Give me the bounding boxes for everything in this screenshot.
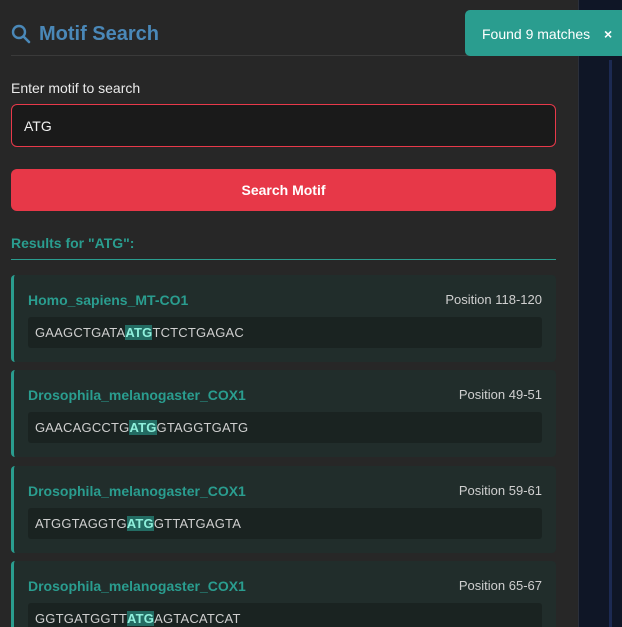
motif-highlight: ATG: [129, 420, 157, 435]
motif-input[interactable]: [24, 105, 544, 146]
result-card: Drosophila_melanogaster_COX1 Position 49…: [11, 370, 556, 457]
result-position: Position 59-61: [458, 483, 542, 498]
results-heading: Results for "ATG":: [11, 235, 556, 260]
result-sequence-name: Homo_sapiens_MT-CO1: [28, 292, 189, 308]
result-sequence-name: Drosophila_melanogaster_COX1: [28, 483, 246, 499]
result-sequence-context: GAAGCTGATAATGTCTCTGAGAC: [28, 317, 542, 348]
motif-highlight: ATG: [126, 516, 154, 531]
search-icon: [11, 24, 31, 44]
match-count-toast: Found 9 matches ×: [465, 10, 622, 56]
search-motif-button[interactable]: Search Motif: [11, 169, 556, 211]
result-position: Position 118-120: [445, 292, 542, 307]
result-sequence-context: GAACAGCCTGATGGTAGGTGATG: [28, 412, 542, 443]
motif-input-wrapper[interactable]: [11, 104, 556, 147]
result-sequence-context: ATGGTAGGTGATGGTTATGAGTA: [28, 508, 542, 539]
window-edge-accent: [609, 60, 612, 627]
sequence-after: AGTACATCAT: [154, 611, 241, 626]
background-window-edge: [578, 0, 622, 627]
result-sequence-name: Drosophila_melanogaster_COX1: [28, 387, 246, 403]
motif-search-panel: Motif Search Enter motif to search Searc…: [0, 0, 578, 627]
sequence-before: GAAGCTGATA: [35, 325, 126, 340]
sequence-after: TCTCTGAGAC: [152, 325, 244, 340]
result-card: Drosophila_melanogaster_COX1 Position 59…: [11, 466, 556, 553]
sequence-before: ATGGTAGGTG: [35, 516, 127, 531]
result-sequence-name: Drosophila_melanogaster_COX1: [28, 578, 246, 594]
page-title: Motif Search: [39, 23, 160, 45]
sequence-before: GGTGATGGTT: [35, 611, 128, 626]
result-card: Drosophila_melanogaster_COX1 Position 65…: [11, 561, 556, 627]
motif-input-label: Enter motif to search: [11, 80, 141, 96]
result-card: Homo_sapiens_MT-CO1 Position 118-120 GAA…: [11, 275, 556, 362]
sequence-before: GAACAGCCTG: [35, 420, 130, 435]
result-position: Position 49-51: [458, 387, 542, 402]
sequence-after: GTTATGAGTA: [153, 516, 242, 531]
close-icon[interactable]: ×: [604, 26, 612, 42]
result-position: Position 65-67: [458, 578, 542, 593]
result-sequence-context: GGTGATGGTTATGAGTACATCAT: [28, 603, 542, 627]
sequence-after: GTAGGTGATG: [156, 420, 249, 435]
motif-highlight: ATG: [127, 611, 155, 626]
motif-highlight: ATG: [125, 325, 153, 340]
toast-message: Found 9 matches: [482, 26, 591, 42]
